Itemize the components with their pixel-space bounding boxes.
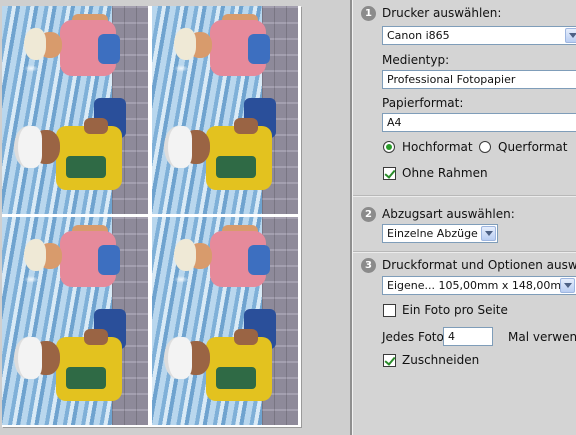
paper-preview [2, 6, 301, 427]
landscape-radio[interactable] [479, 141, 491, 153]
section-divider [353, 195, 576, 197]
print-preview-area [0, 0, 350, 435]
print-format-select[interactable]: Eigene... 105,00mm x 148,00mm [382, 276, 576, 295]
photo-thumbnail-1[interactable] [2, 6, 148, 214]
crop-label[interactable]: Zuschneiden [402, 353, 479, 367]
each-photo-count-input[interactable]: 4 [443, 327, 493, 346]
step-3-badge: 3 [361, 258, 376, 273]
photo-thumbnail-3[interactable] [2, 217, 148, 425]
step-1-badge: 1 [361, 6, 376, 21]
print-options-panel: 1 Drucker auswählen: Canon i865 Medienty… [353, 0, 576, 435]
print-type-select[interactable]: Einzelne Abzüge [382, 224, 498, 243]
one-photo-per-page-checkbox[interactable] [383, 304, 396, 317]
step-2-title: Abzugsart auswählen: [382, 207, 515, 221]
step-2-badge: 2 [361, 207, 376, 222]
print-format-value: Eigene... 105,00mm x 148,00mm [387, 279, 572, 292]
landscape-label[interactable]: Querformat [498, 140, 567, 154]
section-divider [353, 251, 576, 253]
borderless-label[interactable]: Ohne Rahmen [402, 166, 488, 180]
step-1-title: Drucker auswählen: [382, 6, 502, 20]
paper-size-field[interactable]: A4 [382, 113, 576, 132]
step-3-title: Druckformat und Optionen auswählen: [382, 258, 576, 272]
each-photo-label: Jedes Foto [382, 330, 444, 344]
one-photo-per-page-label[interactable]: Ein Foto pro Seite [402, 303, 508, 317]
printer-select-value: Canon i865 [387, 29, 450, 42]
chevron-down-icon[interactable] [565, 28, 576, 43]
photo-thumbnail-2[interactable] [152, 6, 298, 214]
borderless-checkbox[interactable] [383, 167, 396, 180]
crop-checkbox[interactable] [383, 354, 396, 367]
paper-size-label: Papierformat: [382, 96, 464, 110]
each-photo-suffix: Mal verwenden [508, 330, 576, 344]
printer-select[interactable]: Canon i865 [382, 26, 576, 45]
media-type-field[interactable]: Professional Fotopapier [382, 70, 576, 89]
chevron-down-icon[interactable] [481, 226, 496, 241]
print-type-value: Einzelne Abzüge [387, 227, 478, 240]
chevron-down-icon[interactable] [560, 278, 575, 293]
portrait-label[interactable]: Hochformat [402, 140, 473, 154]
media-type-label: Medientyp: [382, 53, 450, 67]
photo-thumbnail-4[interactable] [152, 217, 298, 425]
portrait-radio[interactable] [383, 141, 395, 153]
